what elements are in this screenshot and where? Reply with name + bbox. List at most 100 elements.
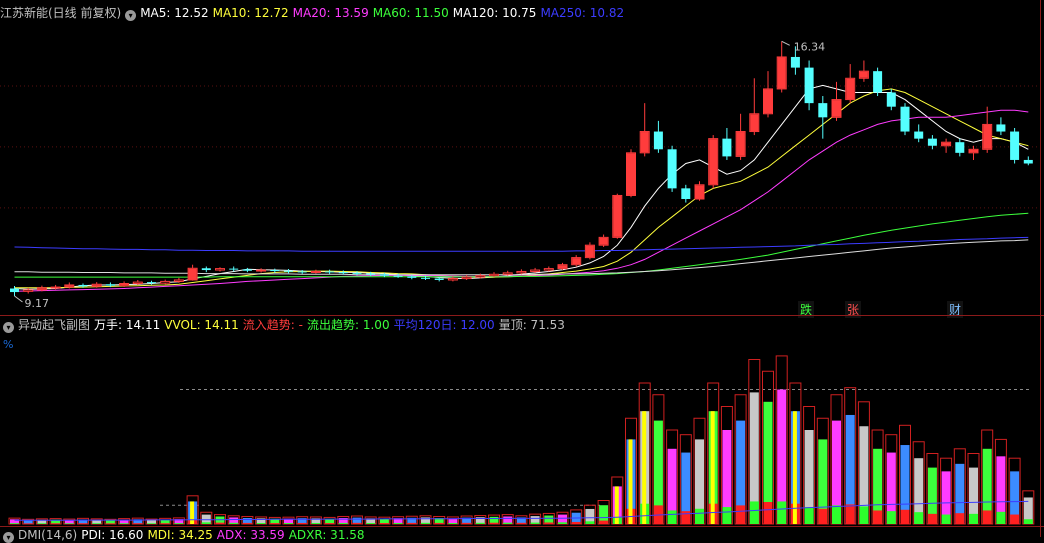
inflow-box — [77, 517, 89, 525]
volume-bar — [448, 518, 458, 524]
volume-bar — [215, 516, 225, 524]
candle-body — [10, 288, 19, 293]
chevron-down-icon[interactable]: ▾ — [3, 322, 14, 333]
inflow-box — [912, 441, 925, 525]
inflow-box — [405, 515, 418, 525]
volume-bar — [558, 514, 567, 524]
candle-body — [530, 269, 541, 272]
volume-bar — [92, 519, 102, 524]
volume-base — [544, 522, 554, 524]
inflow-box — [1008, 457, 1021, 525]
volume-base — [407, 522, 417, 524]
inflow-box — [392, 516, 405, 525]
inflow-box — [501, 514, 514, 525]
volume-base — [585, 521, 595, 524]
inflow-box — [104, 518, 117, 525]
volume-base — [174, 523, 184, 524]
volume-bar — [845, 414, 855, 524]
volume-base — [201, 522, 211, 524]
inflow-box — [611, 476, 624, 525]
volume-base — [640, 503, 650, 524]
candle-body — [379, 274, 389, 276]
candle-body — [722, 138, 732, 157]
volume-bar — [585, 508, 595, 524]
candle-body — [173, 279, 184, 282]
inflow-box — [666, 429, 679, 525]
inflow-box — [364, 516, 377, 525]
ma-line-ma20 — [14, 109, 1029, 292]
volume-base — [147, 523, 156, 524]
volume-base — [284, 523, 293, 524]
candlestick-chart[interactable]: 16.34 9.17 — [0, 0, 1044, 315]
indicator-title[interactable]: 异动起飞副图 — [18, 318, 90, 332]
vvol-marker — [190, 501, 195, 524]
volume-bar — [311, 518, 321, 524]
candle-body — [489, 273, 499, 277]
volume-base — [119, 523, 129, 524]
volume-base — [393, 522, 403, 524]
candle-body — [132, 281, 143, 285]
candle-body-fill — [65, 285, 74, 287]
inflow-box — [90, 518, 103, 525]
volume-bar — [270, 518, 280, 524]
candle-body-fill — [613, 195, 622, 237]
volume-base — [900, 509, 910, 524]
inflow-box — [597, 500, 610, 525]
candle-body — [297, 271, 307, 273]
chevron-down-icon[interactable]: ▾ — [3, 532, 14, 543]
volume-base — [516, 522, 526, 524]
dmi-label-1: MDI: 34.25 — [147, 528, 213, 542]
candle-body-fill — [983, 124, 992, 149]
volume-bar — [681, 452, 691, 524]
volume-base — [352, 522, 362, 524]
candle-body — [434, 278, 444, 280]
volume-bar — [640, 411, 650, 524]
candle-body-fill — [558, 265, 567, 269]
inflow-box — [460, 515, 473, 525]
candle-body — [50, 286, 61, 289]
dmi-title[interactable]: DMI(14,6) — [18, 528, 77, 542]
volume-base — [818, 508, 828, 524]
volume-bar — [914, 458, 924, 524]
volume-bar — [599, 505, 609, 524]
volume-base — [448, 522, 458, 524]
volume-bar — [188, 501, 198, 524]
inflow-box — [118, 518, 131, 525]
volume-bar — [612, 486, 622, 524]
volume-base — [777, 501, 787, 524]
vvol-marker — [628, 439, 633, 524]
candle-body — [366, 273, 376, 275]
candle-body — [270, 270, 280, 272]
high-price-label: 16.34 — [794, 40, 826, 53]
volume-bar — [900, 445, 910, 524]
volume-bar — [653, 420, 663, 524]
volume-base — [105, 523, 115, 524]
volume-base — [503, 522, 513, 524]
candle-body — [352, 272, 362, 274]
indicator-label-2: 流入趋势: - — [242, 318, 303, 332]
inflow-box — [1022, 490, 1035, 525]
inflow-box — [748, 359, 761, 525]
volume-bar — [530, 516, 540, 524]
volume-base — [873, 510, 883, 524]
volume-bar — [393, 518, 403, 524]
volume-bar — [1023, 497, 1033, 524]
inflow-box — [625, 417, 637, 525]
volume-base — [681, 511, 691, 524]
volume-bar — [10, 519, 19, 524]
volume-bar — [434, 517, 444, 524]
inflow-box — [214, 514, 226, 525]
volume-base — [722, 507, 732, 524]
volume-base — [914, 512, 924, 524]
volume-bar — [37, 519, 47, 524]
volume-base — [571, 521, 581, 524]
inflow-box — [145, 518, 158, 525]
candle-body — [229, 268, 239, 270]
volume-bar — [804, 430, 814, 524]
dmi-label-0: PDI: 16.60 — [81, 528, 144, 542]
candle-body — [447, 278, 458, 281]
volume-bar — [708, 411, 718, 524]
candle-body — [804, 67, 814, 104]
volume-base — [941, 514, 951, 524]
inflow-box — [994, 438, 1007, 525]
